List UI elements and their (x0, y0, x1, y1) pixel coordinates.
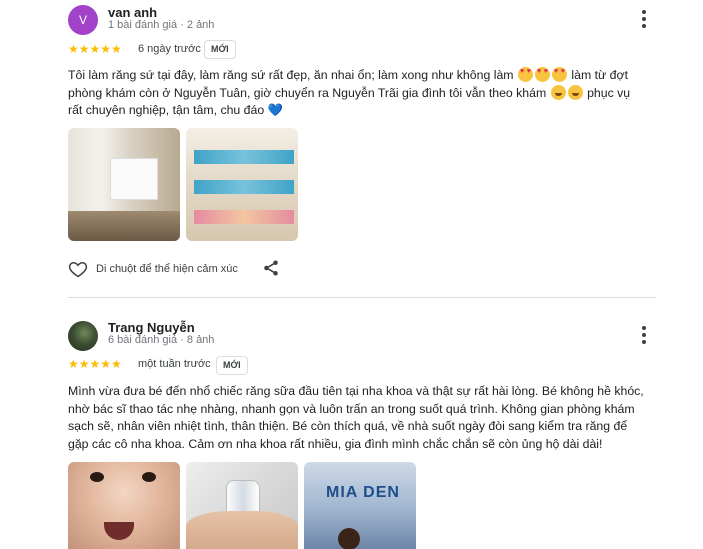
more-vert-icon[interactable] (634, 325, 654, 345)
reviewer-meta: 6 bài đánh giá · 8 ảnh (108, 334, 215, 346)
reviewer-meta: 1 bài đánh giá · 2 ảnh (108, 19, 215, 31)
more-vert-icon[interactable] (634, 9, 654, 29)
share-icon[interactable] (262, 259, 280, 277)
avatar-letter: V (78, 13, 87, 27)
review-text-part: phục vụ (583, 85, 631, 100)
review-photo[interactable] (186, 462, 298, 549)
review-text-line: Mình vừa đưa bé đến nhổ chiếc răng sữa đ… (68, 384, 644, 398)
react-row[interactable]: Di chuột để thể hiện cảm xúc (68, 259, 238, 279)
heart-eyes-emoji (534, 67, 550, 82)
review-text-part: rất chuyên nghiệp, tận tâm, chu đáo (68, 103, 268, 117)
heart-outline-icon[interactable] (68, 259, 88, 279)
star-rating: ★★★★★ (68, 42, 122, 56)
review-text-line: sạch sẽ, nhân viên nhiệt tình, thân thiệ… (68, 419, 628, 433)
reviewer-name[interactable]: van anh (108, 5, 157, 20)
review-text-line: nhờ bác sĩ thao tác nhẹ nhàng, nhanh gọn… (68, 401, 635, 416)
avatar[interactable] (68, 321, 98, 351)
heart-eyes-emoji (551, 67, 567, 82)
review-photo[interactable] (68, 462, 180, 549)
new-badge: MỚI (204, 40, 236, 59)
review-photo[interactable] (68, 128, 180, 241)
review-text-part: làm từ đợt (567, 68, 628, 82)
heart-eyes-emoji (517, 67, 533, 82)
review-text-part: phòng khám còn ở Nguyễn Tuân, giờ chuyển… (68, 85, 550, 100)
grin-emoji (550, 84, 566, 100)
react-label: Di chuột để thể hiện cảm xúc (96, 263, 238, 275)
review-time: một tuần trước (138, 358, 211, 370)
review-text-part: Tôi làm răng sứ tại đây, làm răng sứ rất… (68, 68, 517, 82)
avatar[interactable]: V (68, 5, 98, 35)
blue-heart-emoji: 💙 (267, 103, 283, 117)
review-text-line: gặp các cô nha khoa. Cảm ơn nha khoa rất… (68, 436, 603, 451)
divider (68, 297, 656, 298)
new-badge: MỚI (216, 356, 248, 375)
star-rating: ★★★★★ (68, 357, 122, 371)
review-text: Mình vừa đưa bé đến nhổ chiếc răng sữa đ… (68, 383, 668, 453)
review-time: 6 ngày trước (138, 43, 201, 55)
reviewer-name[interactable]: Trang Nguyễn (108, 320, 195, 335)
review-photo[interactable] (186, 128, 298, 241)
review-text: Tôi làm răng sứ tại đây, làm răng sứ rất… (68, 67, 658, 120)
grin-emoji (567, 84, 583, 100)
review-photo[interactable]: MIA DEN (304, 462, 416, 549)
photo-sign-text: MIA DEN (326, 484, 400, 501)
